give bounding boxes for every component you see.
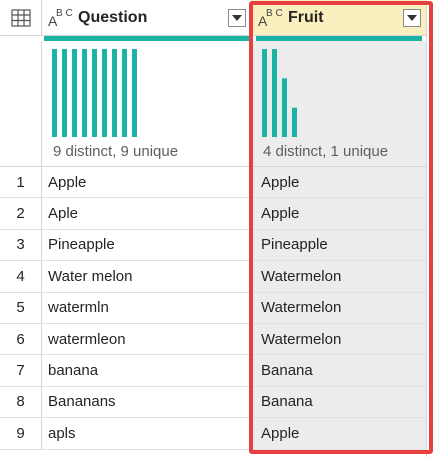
distribution-bar[interactable] <box>272 49 277 137</box>
cell-question[interactable]: Pineapple <box>42 229 252 261</box>
row-number[interactable]: 2 <box>0 198 42 229</box>
distribution-bar[interactable] <box>122 49 127 137</box>
cell-question[interactable]: watermln <box>42 292 252 323</box>
distribution-bar[interactable] <box>82 49 87 137</box>
cell-fruit[interactable]: Apple <box>252 167 426 198</box>
distribution-chart-fruit[interactable] <box>262 49 322 139</box>
column-name-fruit: Fruit <box>288 8 324 26</box>
table-icon <box>10 8 31 27</box>
distribution-bar[interactable] <box>112 49 117 137</box>
distribution-chart-question[interactable] <box>52 49 152 139</box>
table-row[interactable]: 5 watermln Watermelon <box>0 292 426 324</box>
distinct-unique-count-fruit: 4 distinct, 1 unique <box>263 143 389 160</box>
cell-fruit[interactable]: Pineapple <box>252 229 426 261</box>
column-name-question: Question <box>78 8 148 26</box>
cell-question[interactable]: Aple <box>42 198 252 229</box>
distribution-bar[interactable] <box>262 49 267 137</box>
column-filter-dropdown-fruit[interactable] <box>403 8 421 27</box>
data-grid: A B C Question A B C Fruit 9 distinct, 9… <box>0 0 436 457</box>
column-profile-fruit: 4 distinct, 1 unique <box>252 41 426 167</box>
dropdown-arrow-icon <box>232 14 242 21</box>
cell-fruit[interactable]: Banana <box>252 386 426 418</box>
cell-question[interactable]: Water melon <box>42 261 252 292</box>
table-row[interactable]: 2 Aple Apple <box>0 198 426 230</box>
distribution-bar[interactable] <box>62 49 67 137</box>
column-profile-question: 9 distinct, 9 unique <box>42 41 252 167</box>
table-row[interactable]: 3 Pineapple Pineapple <box>0 229 426 262</box>
table-row[interactable]: 1 Apple Apple <box>0 167 426 199</box>
distribution-bar[interactable] <box>52 49 57 137</box>
table-row[interactable]: 9 apls Apple <box>0 418 426 450</box>
vertical-scrollbar[interactable] <box>426 0 436 457</box>
row-number[interactable]: 1 <box>0 167 42 198</box>
profile-corner <box>0 41 42 167</box>
row-number[interactable]: 6 <box>0 324 42 355</box>
row-number[interactable]: 3 <box>0 229 42 261</box>
dropdown-arrow-icon <box>407 14 417 21</box>
cell-question[interactable]: Apple <box>42 167 252 198</box>
distribution-bar[interactable] <box>282 78 287 137</box>
table-row[interactable]: 8 Bananans Banana <box>0 386 426 419</box>
row-number[interactable]: 5 <box>0 292 42 323</box>
cell-question[interactable]: banana <box>42 355 252 386</box>
distribution-bar[interactable] <box>292 107 297 137</box>
cell-question[interactable]: apls <box>42 418 252 449</box>
distribution-bar[interactable] <box>102 49 107 137</box>
cell-fruit[interactable]: Watermelon <box>252 292 426 323</box>
row-number[interactable]: 8 <box>0 386 42 418</box>
table-row[interactable]: 6 watermleon Watermelon <box>0 324 426 356</box>
column-header-question[interactable]: A B C Question <box>42 0 252 36</box>
row-number[interactable]: 9 <box>0 418 42 449</box>
cell-question[interactable]: Bananans <box>42 386 252 418</box>
distribution-bar[interactable] <box>72 49 77 137</box>
table-row[interactable]: 4 Water melon Watermelon <box>0 261 426 293</box>
table-row[interactable]: 7 banana Banana <box>0 355 426 387</box>
cell-fruit[interactable]: Watermelon <box>252 261 426 292</box>
distribution-bar[interactable] <box>92 49 97 137</box>
cell-fruit[interactable]: Apple <box>252 418 426 449</box>
row-number[interactable]: 4 <box>0 261 42 292</box>
cell-fruit[interactable]: Watermelon <box>252 324 426 355</box>
column-header-fruit[interactable]: A B C Fruit <box>252 0 426 36</box>
text-type-icon[interactable]: A B C <box>48 7 74 29</box>
cell-fruit[interactable]: Banana <box>252 355 426 386</box>
distinct-unique-count-question: 9 distinct, 9 unique <box>53 143 179 160</box>
cell-question[interactable]: watermleon <box>42 324 252 355</box>
row-number[interactable]: 7 <box>0 355 42 386</box>
text-type-icon[interactable]: A B C <box>258 7 284 29</box>
column-filter-dropdown-question[interactable] <box>228 8 246 27</box>
table-menu-button[interactable] <box>0 0 42 36</box>
distribution-bar[interactable] <box>132 49 137 137</box>
cell-fruit[interactable]: Apple <box>252 198 426 229</box>
